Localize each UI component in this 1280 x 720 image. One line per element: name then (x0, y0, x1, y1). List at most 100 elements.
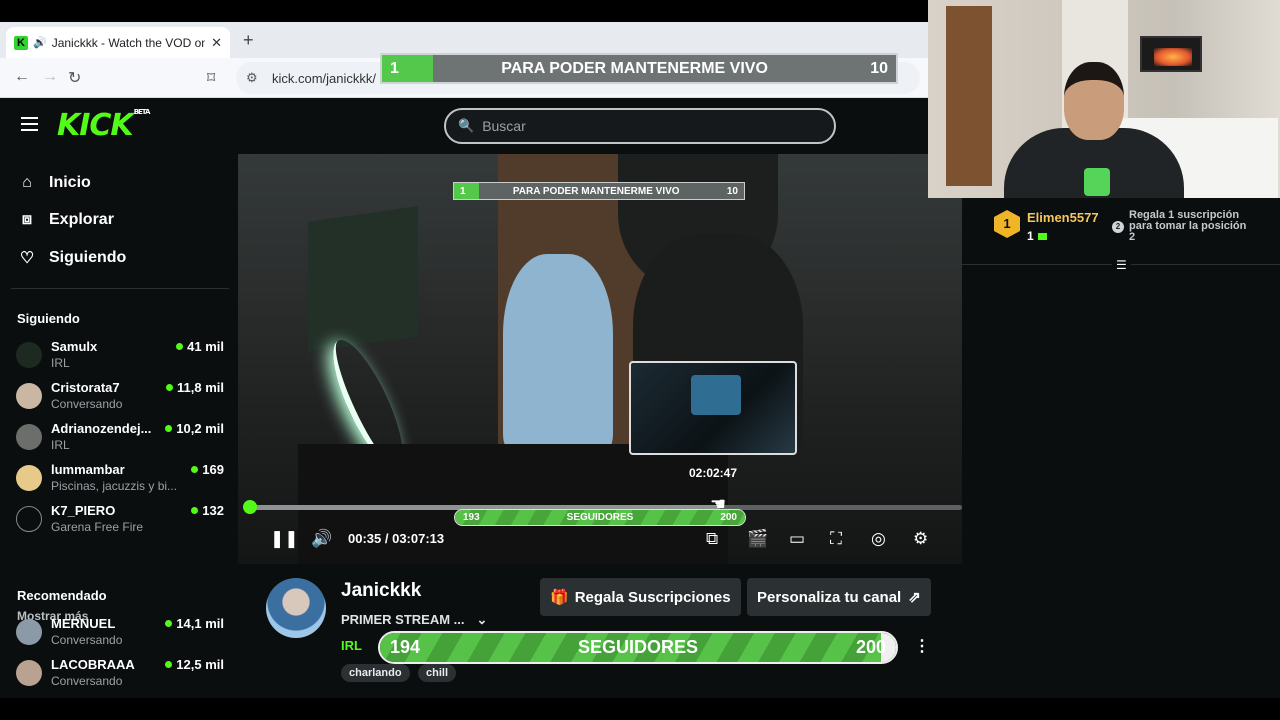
top-gifter-count: 1 (1027, 229, 1047, 243)
seek-goal-overlay: 193 SEGUIDORES 200 (454, 509, 746, 526)
viewer-count: 12,5 mil (165, 657, 224, 672)
tab-title: Janickkk - Watch the VOD on (51, 35, 206, 50)
top-goal-current: 1 (390, 59, 399, 77)
external-link-icon: ⇗ (908, 589, 921, 606)
stream-title-text: PRIMER STREAM ... (341, 612, 465, 627)
sidebar-item-explorar[interactable]: ⧈ Explorar (17, 211, 114, 229)
avatar (16, 465, 42, 491)
kick-logo[interactable]: KICKBETA (57, 108, 150, 143)
follower-goal-label: SEGUIDORES (577, 637, 699, 657)
viewer-count: 11,8 mil (166, 380, 224, 395)
volume-icon[interactable]: 🔊 (311, 529, 332, 549)
fireplace-picture (1140, 36, 1202, 72)
forward-icon[interactable]: → (42, 68, 58, 86)
channel-name: Adrianozendej... (51, 421, 152, 436)
search-placeholder: Buscar (482, 118, 526, 134)
rank-two-badge: 2 (1112, 221, 1124, 233)
settings-icon[interactable]: ⚙ (913, 529, 928, 549)
top-gifter-badge: 1 (994, 210, 1020, 238)
list-item[interactable]: MERNUEL Conversando 14,1 mil (16, 615, 228, 655)
tag-charlando[interactable]: charlando (341, 664, 410, 682)
sidebar-item-label: Explorar (49, 211, 114, 228)
search-icon: 🔍 (458, 118, 475, 133)
bookmark-icon[interactable]: ⌑ (207, 68, 215, 88)
person-left (503, 254, 613, 454)
sidebar-item-label: Siguiendo (49, 249, 127, 266)
sidebar-item-inicio[interactable]: ⌂ Inicio (17, 174, 91, 192)
list-item[interactable]: K7_PIERO Garena Free Fire 132 (16, 502, 228, 542)
channel-name: K7_PIERO (51, 503, 116, 518)
door (946, 6, 992, 186)
list-item[interactable]: Cristorata7 Conversando 11,8 mil (16, 379, 228, 419)
miniplayer-icon[interactable]: ⧉ (706, 529, 718, 549)
site-info-icon[interactable]: ⚙ (246, 70, 258, 86)
seek-preview-time: 02:02:47 (688, 466, 738, 480)
fullscreen-icon[interactable]: ⛶ (830, 529, 842, 549)
menu-icon[interactable] (21, 117, 38, 131)
new-tab-button[interactable]: + (243, 30, 254, 51)
pause-icon[interactable]: ❚❚ (270, 529, 299, 549)
gift-icon: 🎁 (550, 589, 569, 606)
kick-favicon-icon: K (14, 35, 28, 50)
speaker-icon[interactable]: 🔊 (33, 36, 47, 49)
bottom-bar (0, 698, 1280, 720)
avatar (16, 506, 42, 532)
category-link[interactable]: IRL (341, 638, 362, 653)
sidebar-divider (11, 288, 229, 289)
follower-goal-current: 194 (390, 637, 421, 657)
back-icon[interactable]: ← (14, 68, 30, 86)
video-goal-fill (454, 183, 479, 199)
channel-name[interactable]: Janickkk (341, 580, 421, 602)
top-goal-label: PARA PODER MANTENERME VIVO (501, 59, 768, 77)
customize-channel-button[interactable]: Personaliza tu canal ⇗ (747, 578, 931, 616)
top-gifter-name[interactable]: Elimen5577 (1027, 210, 1099, 225)
viewer-count: 10,2 mil (165, 421, 224, 436)
search-input[interactable]: 🔍 Buscar (444, 108, 836, 144)
hand-cursor-icon: ☚ (710, 494, 727, 514)
following-heading: Siguiendo (17, 311, 80, 326)
chat-panel: 1 Elimen5577 1 2 Regala 1 suscripción pa… (962, 198, 1280, 698)
sidebar: ⌂ Inicio ⧈ Explorar ♡ Siguiendo Siguiend… (0, 154, 238, 698)
chevron-down-icon[interactable]: ⌄ (477, 612, 488, 627)
tab-close-icon[interactable]: ✕ (211, 35, 222, 51)
tag-chill[interactable]: chill (418, 664, 457, 682)
clip-icon[interactable]: 🎬 (747, 529, 768, 549)
dj-desk (298, 444, 728, 564)
reload-icon[interactable]: ↻ (68, 68, 81, 88)
theater-mode-icon[interactable]: ▭ (789, 529, 805, 549)
top-goal-target: 10 (870, 59, 888, 77)
collapse-leaderboard-icon[interactable]: ☰ (1112, 258, 1131, 272)
more-options-icon[interactable]: ⋮ (914, 636, 930, 656)
green-cup (1084, 168, 1110, 196)
url-text: kick.com/janickkk/ (272, 70, 377, 86)
viewer-count: 41 mil (176, 339, 224, 354)
progress-knob[interactable] (243, 500, 257, 514)
stream-title[interactable]: PRIMER STREAM ... ⌄ (341, 612, 487, 628)
list-item[interactable]: LACOBRAAA Conversando 12,5 mil (16, 656, 228, 696)
channel-name: lummambar (51, 462, 125, 477)
channel-name: LACOBRAAA (51, 657, 135, 672)
video-player[interactable]: 1 PARA PODER MANTENERME VIVO 10 02:02:47… (238, 154, 962, 564)
channel-category: IRL (51, 356, 70, 370)
viewer-count: 132 (191, 503, 224, 518)
list-item[interactable]: Samulx IRL 41 mil (16, 338, 228, 378)
seek-goal-label: SEGUIDORES (566, 512, 634, 523)
channel-avatar[interactable] (266, 578, 326, 638)
video-goal-label: PARA PODER MANTENERME VIVO (512, 185, 680, 197)
list-item[interactable]: lummambar Piscinas, jacuzzis y bi... 169 (16, 461, 228, 501)
top-goal-overlay: 1 PARA PODER MANTENERME VIVO 10 (380, 53, 898, 84)
video-goal-current: 1 (460, 185, 466, 197)
playback-speed-icon[interactable]: ◎ (871, 529, 886, 549)
home-icon: ⌂ (22, 174, 32, 191)
channel-category: Conversando (51, 397, 123, 411)
browser-tab[interactable]: K 🔊 Janickkk - Watch the VOD on ✕ (6, 27, 230, 58)
list-item[interactable]: Adrianozendej... IRL 10,2 mil (16, 420, 228, 460)
customize-label: Personaliza tu canal (757, 588, 902, 606)
poster (308, 206, 418, 352)
recommended-heading: Recomendado (17, 588, 107, 603)
gift-subs-button[interactable]: 🎁 Regala Suscripciones (540, 578, 741, 616)
streamer-head (1064, 62, 1124, 140)
top-bar: KICKBETA 🔍 Buscar (0, 98, 928, 154)
seek-preview-thumbnail (629, 361, 797, 455)
sidebar-item-siguiendo[interactable]: ♡ Siguiendo (17, 248, 127, 268)
